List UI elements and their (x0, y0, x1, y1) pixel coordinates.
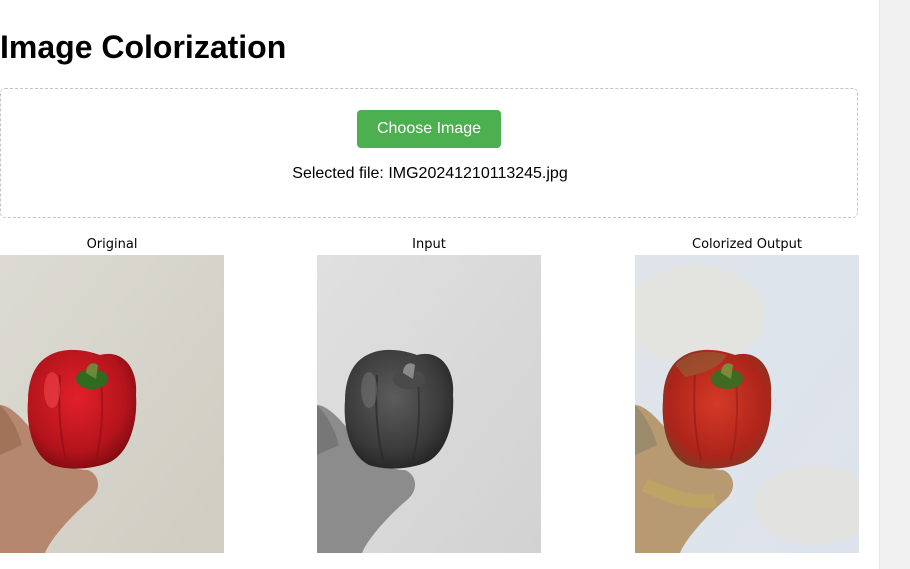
original-caption: Original (86, 237, 138, 252)
choose-image-button[interactable]: Choose Image (357, 110, 501, 148)
colorized-caption: Colorized Output (692, 237, 802, 252)
app-viewport: Image Colorization Choose Image Selected… (0, 0, 910, 569)
vertical-scrollbar[interactable] (879, 0, 910, 569)
colorized-image (635, 255, 859, 553)
colorized-panel: Colorized Output (635, 237, 859, 553)
input-caption: Input (412, 237, 446, 252)
input-image (317, 255, 541, 553)
upload-dropzone[interactable]: Choose Image Selected file: IMG202412101… (0, 88, 858, 218)
page-title: Image Colorization (0, 29, 287, 65)
original-panel: Original (0, 237, 224, 553)
original-image (0, 255, 224, 553)
input-panel: Input (317, 237, 541, 553)
selected-file-label: Selected file: IMG20241210113245.jpg (292, 165, 568, 182)
